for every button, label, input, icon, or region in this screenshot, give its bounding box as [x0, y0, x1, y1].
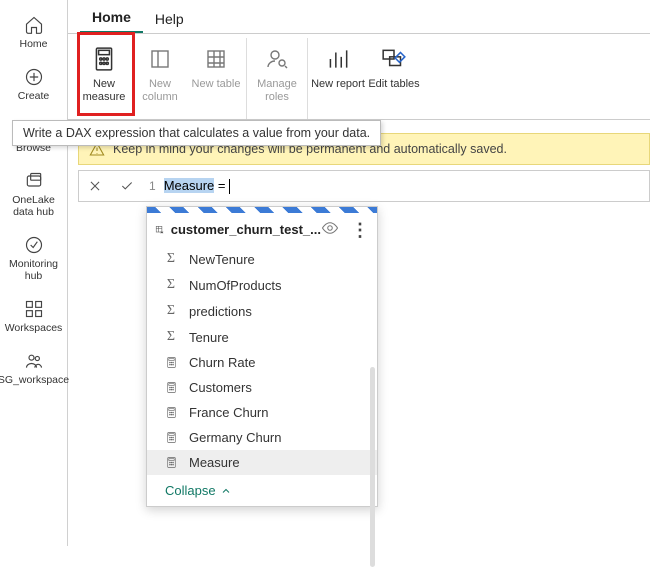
- edit-tables-button[interactable]: Edit tables: [366, 38, 422, 119]
- ribbon-label: Edit tables: [368, 78, 419, 91]
- calculator-icon: [163, 456, 179, 469]
- tab-help[interactable]: Help: [143, 5, 196, 33]
- ribbon: New measure New column New table Manage …: [68, 34, 650, 120]
- database-icon: [23, 170, 45, 192]
- field-row[interactable]: Σ NewTenure: [147, 246, 377, 272]
- person-search-icon: [262, 44, 292, 74]
- scrollbar[interactable]: [370, 367, 375, 567]
- field-name: France Churn: [189, 405, 268, 420]
- field-row[interactable]: Σ NumOfProducts: [147, 272, 377, 298]
- table-name: customer_churn_test_...: [171, 222, 321, 237]
- formula-bar: 1 Measure =: [78, 170, 650, 202]
- ribbon-label: Manage roles: [249, 78, 305, 104]
- ribbon-label: New measure: [76, 78, 132, 104]
- rail-monitoring[interactable]: Monitoring hub: [0, 228, 67, 292]
- rail-onelake[interactable]: OneLake data hub: [0, 164, 67, 228]
- visibility-icon[interactable]: [321, 219, 345, 240]
- field-row[interactable]: Σ Tenure: [147, 324, 377, 350]
- column-icon: [145, 44, 175, 74]
- rail-workspaces[interactable]: Workspaces: [0, 292, 67, 344]
- rail-label: OneLake data hub: [12, 194, 55, 218]
- rail-sg-workspace[interactable]: SG_workspace: [0, 344, 67, 396]
- field-name: NumOfProducts: [189, 278, 281, 293]
- rail-label: Workspaces: [5, 322, 63, 334]
- new-measure-button[interactable]: New measure: [76, 38, 132, 119]
- field-name: Customers: [189, 380, 252, 395]
- tab-home[interactable]: Home: [80, 3, 143, 33]
- tooltip: Write a DAX expression that calculates a…: [12, 120, 381, 146]
- collapse-button[interactable]: Collapse: [147, 475, 377, 506]
- rail-label: Create: [18, 90, 50, 102]
- rail-create[interactable]: Create: [0, 60, 67, 112]
- formula-input[interactable]: Measure =: [162, 178, 232, 194]
- field-row[interactable]: France Churn: [147, 400, 377, 425]
- sigma-icon: Σ: [163, 329, 179, 345]
- table-link-icon: [155, 221, 165, 239]
- field-name: Measure: [189, 455, 240, 470]
- sigma-icon: Σ: [163, 277, 179, 293]
- field-row[interactable]: Measure: [147, 450, 377, 475]
- sigma-icon: Σ: [163, 303, 179, 319]
- people-icon: [23, 350, 45, 372]
- ribbon-label: New table: [192, 78, 241, 91]
- left-nav-rail: Home Create Browse OneLake data hub Moni…: [0, 0, 68, 546]
- calculator-icon: [89, 44, 119, 74]
- table-icon: [201, 44, 231, 74]
- ribbon-label: New column: [132, 78, 188, 104]
- field-row[interactable]: Churn Rate: [147, 350, 377, 375]
- calculator-icon: [163, 406, 179, 419]
- plus-circle-icon: [23, 66, 45, 88]
- new-report-button[interactable]: New report: [310, 38, 366, 119]
- new-column-button[interactable]: New column: [132, 38, 188, 119]
- monitoring-icon: [23, 234, 45, 256]
- field-name: Churn Rate: [189, 355, 255, 370]
- line-number: 1: [143, 179, 162, 193]
- ribbon-label: New report: [311, 78, 365, 91]
- rail-home[interactable]: Home: [0, 8, 67, 60]
- field-name: Germany Churn: [189, 430, 281, 445]
- home-icon: [23, 14, 45, 36]
- new-table-button[interactable]: New table: [188, 38, 244, 119]
- calculator-icon: [163, 356, 179, 369]
- field-name: Tenure: [189, 330, 229, 345]
- field-row[interactable]: Σpredictions: [147, 298, 377, 324]
- fields-panel: customer_churn_test_... ⋮ Σ NewTenure Σ Num…: [146, 206, 378, 507]
- cancel-button[interactable]: [79, 171, 111, 201]
- sigma-icon: Σ: [163, 251, 179, 267]
- workspaces-icon: [23, 298, 45, 320]
- commit-button[interactable]: [111, 171, 143, 201]
- field-name: predictions: [189, 304, 252, 319]
- rail-label: Home: [19, 38, 47, 50]
- panel-header[interactable]: customer_churn_test_... ⋮: [147, 213, 377, 246]
- edit-tables-icon: [379, 44, 409, 74]
- field-row[interactable]: Germany Churn: [147, 425, 377, 450]
- more-icon[interactable]: ⋮: [351, 223, 369, 237]
- rail-label: Monitoring hub: [9, 258, 58, 282]
- fields-list: ΣNewTenureΣNumOfProductsΣpredictionsΣTen…: [147, 246, 377, 475]
- chevron-up-icon: [220, 485, 232, 497]
- calculator-icon: [163, 381, 179, 394]
- manage-roles-button[interactable]: Manage roles: [249, 38, 305, 119]
- menu-tabs: Home Help: [68, 0, 650, 34]
- field-row[interactable]: Customers: [147, 375, 377, 400]
- bar-chart-icon: [323, 44, 353, 74]
- calculator-icon: [163, 431, 179, 444]
- field-name: NewTenure: [189, 252, 255, 267]
- rail-label: SG_workspace: [0, 374, 69, 386]
